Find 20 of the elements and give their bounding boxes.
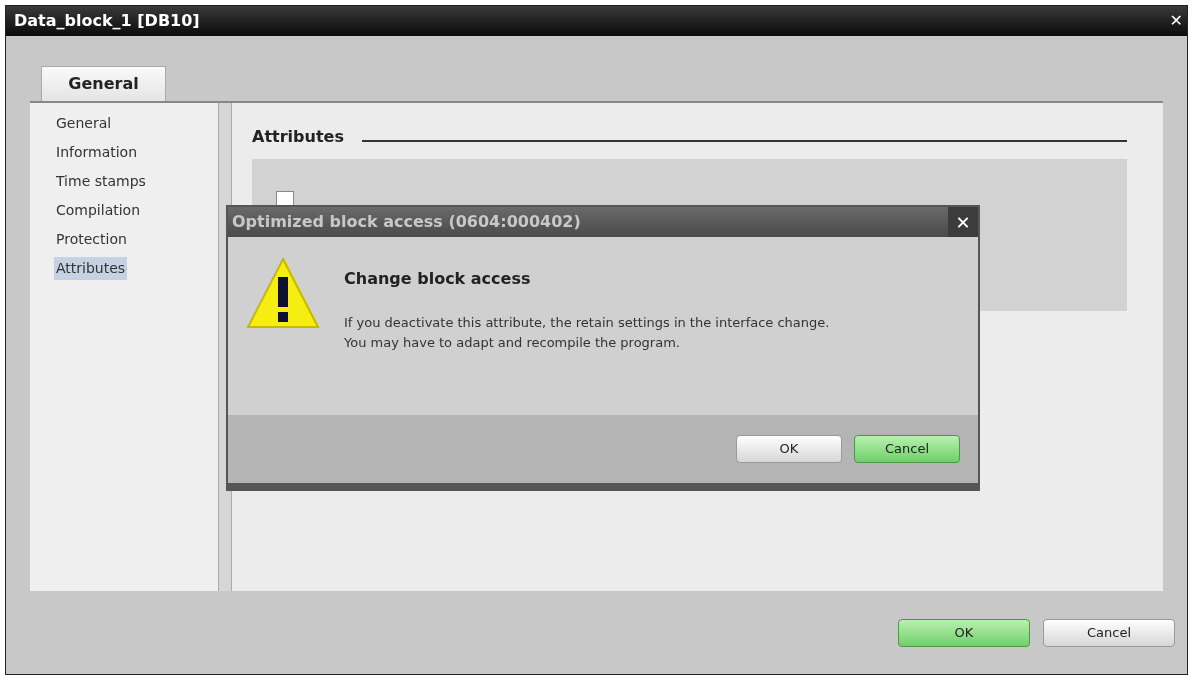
warning-icon <box>246 257 320 329</box>
tab[interactable]: General <box>41 66 166 101</box>
sidebar-item[interactable]: Attributes <box>54 257 128 280</box>
dialog-title: Optimized block access (0604:000402) <box>232 211 581 233</box>
sidebar-item[interactable]: Compilation <box>54 199 143 222</box>
dialog-button[interactable]: Cancel <box>854 435 960 463</box>
sidebar-item[interactable]: Information <box>54 141 140 164</box>
dialog-message: If you deactivate this attribute, the retain settings in the interface change. <box>344 314 830 332</box>
window-title: Data_block_1 [DB10] <box>14 10 200 32</box>
dialog-button[interactable]: Cancel <box>1043 618 1175 647</box>
close-button[interactable]: ✕ <box>1169 9 1183 33</box>
sidebar-item[interactable]: Time stamps <box>54 170 148 193</box>
close-button[interactable]: ✕ <box>948 207 978 237</box>
sidebar-item[interactable]: Protection <box>54 228 129 251</box>
dialog-heading: Change block access <box>344 268 532 290</box>
default-button[interactable]: OK <box>898 618 1030 647</box>
section-heading: Attributes <box>252 126 344 148</box>
sidebar-item[interactable]: General <box>54 112 114 135</box>
dialog-button[interactable]: OK <box>736 435 842 463</box>
dialog-message: You may have to adapt and recompile the program. <box>344 334 681 352</box>
